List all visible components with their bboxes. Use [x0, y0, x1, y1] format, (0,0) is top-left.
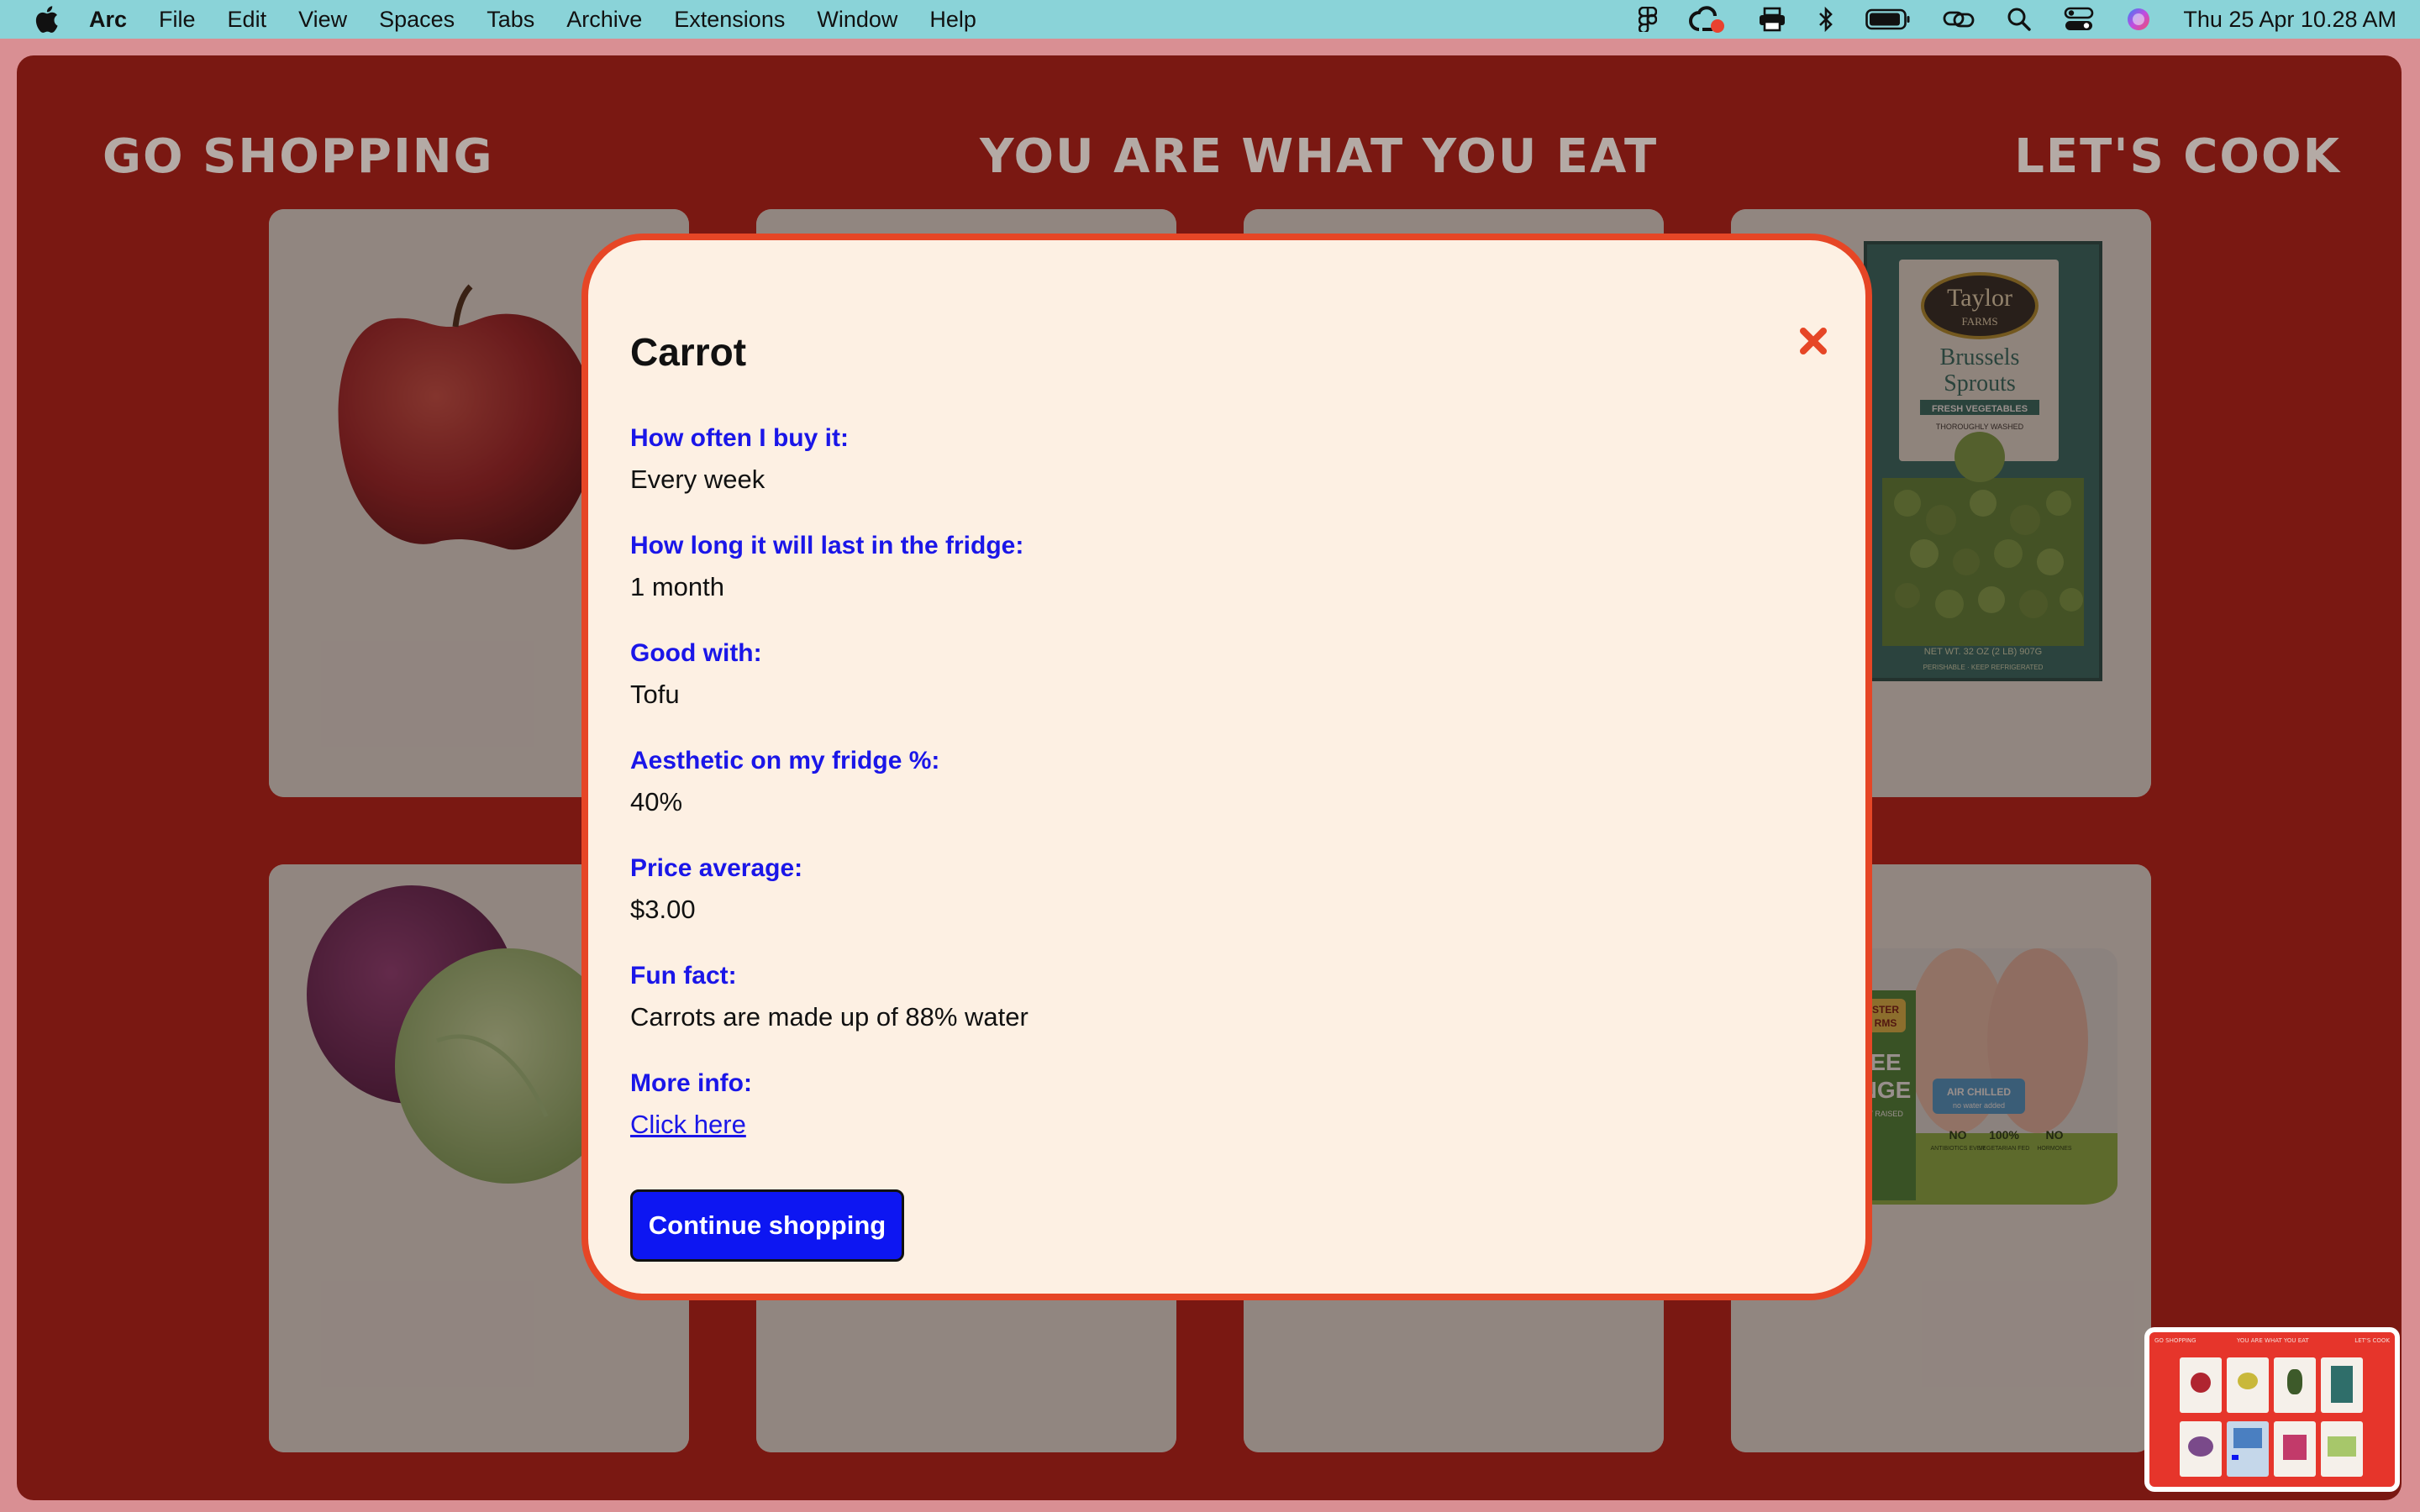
bag-net-weight: NET WT. 32 OZ (2 LB) 907G — [1924, 647, 2042, 657]
screenshot-thumbnail[interactable]: GO SHOPPING YOU ARE WHAT YOU EAT LET'S C… — [2144, 1327, 2400, 1492]
menu-file[interactable]: File — [159, 7, 196, 33]
bag-name-line1: Brussels — [1940, 344, 2020, 370]
field-more-info: More info: Click here — [630, 1067, 752, 1144]
bag-tag1: FRESH VEGETABLES — [1932, 404, 2028, 414]
field-fridge-life: How long it will last in the fridge: 1 m… — [630, 529, 1023, 606]
pkg-badge1-small: ANTIBIOTICS EVER — [1931, 1146, 1986, 1152]
printer-icon[interactable] — [1758, 7, 1786, 32]
field-label: Aesthetic on my fridge %: — [630, 747, 940, 774]
field-label: How long it will last in the fridge: — [630, 532, 1024, 559]
field-label: Fun fact: — [630, 962, 737, 990]
bag-name-line2: Sprouts — [1944, 370, 2016, 396]
field-value: Tofu — [630, 680, 680, 709]
thumb-card — [2321, 1357, 2363, 1413]
pkg-air-chilled: AIR CHILLED — [1947, 1086, 2011, 1098]
nav-go-shopping[interactable]: GO SHOPPING — [103, 119, 494, 195]
pkg-brand: STER — [1872, 1004, 1899, 1016]
thumb-nav-left: GO SHOPPING — [2154, 1337, 2196, 1344]
thumb-card — [2180, 1421, 2222, 1477]
field-value: Every week — [630, 465, 765, 494]
field-value: Carrots are made up of 88% water — [630, 1002, 1028, 1032]
link-icon[interactable] — [1943, 8, 1975, 31]
menu-edit[interactable]: Edit — [228, 7, 267, 33]
bag-brand: Taylor — [1947, 284, 2012, 312]
pkg-badge2-small: VEGETARIAN FED — [1979, 1146, 2030, 1152]
close-x-icon[interactable] — [1797, 324, 1830, 358]
pkg-brand2: RMS — [1875, 1017, 1897, 1029]
pkg-air-sub: no water added — [1953, 1101, 2005, 1110]
thumb-nav-center: YOU ARE WHAT YOU EAT — [2237, 1337, 2309, 1344]
thumb-card — [2274, 1421, 2316, 1477]
field-good-with: Good with: Tofu — [630, 637, 762, 714]
menubar-clock[interactable]: Thu 25 Apr 10.28 AM — [2183, 7, 2396, 33]
thumb-card — [2227, 1357, 2269, 1413]
pkg-badge3-big: NO — [2046, 1128, 2064, 1142]
pkg-badge3-small: HORMONES — [2037, 1146, 2072, 1152]
field-price: Price average: $3.00 — [630, 852, 802, 929]
browser-window: GO SHOPPING YOU ARE WHAT YOU EAT LET'S C… — [17, 55, 2402, 1500]
nav-lets-cook[interactable]: LET'S COOK — [2014, 119, 2341, 195]
field-aesthetic: Aesthetic on my fridge %: 40% — [630, 744, 939, 822]
menu-view[interactable]: View — [298, 7, 347, 33]
pkg-raised: Y RAISED — [1868, 1110, 1903, 1118]
menu-bar: Arc File Edit View Spaces Tabs Archive E… — [0, 0, 2420, 39]
status-area: Thu 25 Apr 10.28 AM — [1639, 0, 2396, 39]
thumb-card — [2180, 1357, 2222, 1413]
thumb-card — [2227, 1421, 2269, 1477]
thumb-card — [2274, 1357, 2316, 1413]
pkg-free: EE — [1870, 1049, 1901, 1075]
apple-icon[interactable] — [32, 3, 60, 36]
bag-brand-sub: FARMS — [1961, 315, 1997, 328]
field-label: How often I buy it: — [630, 424, 849, 452]
menu-spaces[interactable]: Spaces — [379, 7, 455, 33]
site-nav: GO SHOPPING YOU ARE WHAT YOU EAT LET'S C… — [17, 119, 2402, 195]
menu-tabs[interactable]: Tabs — [487, 7, 534, 33]
menu-extensions[interactable]: Extensions — [674, 7, 785, 33]
menu-app-arc[interactable]: Arc — [89, 7, 127, 33]
pkg-badge1-big: NO — [1949, 1128, 1967, 1142]
more-info-link[interactable]: Click here — [630, 1105, 746, 1144]
field-how-often: How often I buy it: Every week — [630, 422, 849, 499]
field-value: $3.00 — [630, 895, 696, 924]
menu-window[interactable]: Window — [817, 7, 897, 33]
menu-help[interactable]: Help — [929, 7, 976, 33]
creative-cloud-icon[interactable] — [1689, 6, 1726, 33]
field-value: 40% — [630, 787, 683, 816]
bag-perishable: PERISHABLE · KEEP REFRIGERATED — [1923, 664, 2044, 671]
thumb-card — [2321, 1421, 2363, 1477]
bluetooth-icon[interactable] — [1818, 7, 1833, 32]
thumb-nav-right: LET'S COOK — [2354, 1337, 2390, 1344]
nav-you-are-what-you-eat[interactable]: YOU ARE WHAT YOU EAT — [980, 119, 1658, 195]
product-detail-modal: Carrot How often I buy it: Every week Ho… — [581, 234, 1872, 1300]
search-icon[interactable] — [2007, 7, 2032, 32]
field-label: More info: — [630, 1069, 752, 1097]
control-center-icon[interactable] — [2064, 7, 2094, 32]
bag-tag2: THOROUGHLY WASHED — [1936, 423, 2024, 431]
field-label: Price average: — [630, 854, 803, 882]
battery-icon[interactable] — [1865, 8, 1911, 30]
thumbnail-preview: GO SHOPPING YOU ARE WHAT YOU EAT LET'S C… — [2149, 1332, 2395, 1487]
continue-shopping-button[interactable]: Continue shopping — [630, 1189, 904, 1262]
field-fun-fact: Fun fact: Carrots are made up of 88% wat… — [630, 959, 1028, 1037]
menu-archive[interactable]: Archive — [566, 7, 642, 33]
pkg-badge2-big: 100% — [1989, 1128, 2019, 1142]
modal-title: Carrot — [630, 330, 747, 374]
figma-icon[interactable] — [1639, 7, 1658, 32]
field-value: 1 month — [630, 572, 725, 601]
field-label: Good with: — [630, 639, 762, 667]
siri-icon[interactable] — [2126, 7, 2151, 32]
